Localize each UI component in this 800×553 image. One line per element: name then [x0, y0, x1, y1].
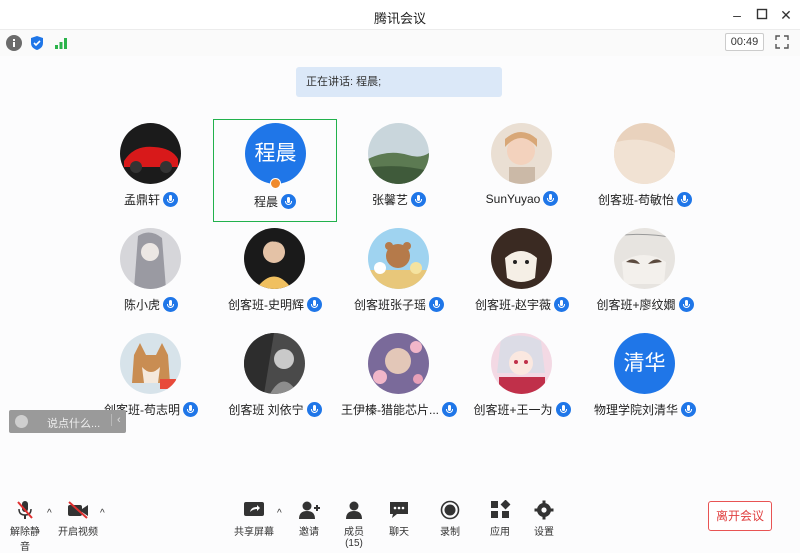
- apps-label: 应用: [490, 527, 510, 538]
- share-screen-label: 共享屏幕: [234, 527, 274, 538]
- participant-name: 张馨艺: [371, 193, 408, 207]
- muted-mic-icon: [17, 501, 33, 519]
- microphone-icon: [681, 402, 696, 417]
- members-label: 成员(15): [344, 527, 364, 549]
- chat-button[interactable]: 聊天: [387, 500, 411, 538]
- avatar: [491, 123, 552, 184]
- start-video-label: 开启视频: [58, 527, 98, 538]
- window-title: 腾讯会议: [373, 11, 426, 26]
- avatar: 程晨: [245, 123, 306, 184]
- avatar: [368, 123, 429, 184]
- microphone-icon: [543, 191, 559, 206]
- chevron-up-icon[interactable]: ^: [277, 508, 282, 519]
- record-button[interactable]: 录制: [438, 500, 462, 538]
- participant-name: 孟鼎轩: [123, 193, 160, 207]
- avatar: [120, 123, 181, 184]
- avatar: [491, 333, 552, 394]
- participant-tile[interactable]: 清华 物理学院刘清华: [582, 330, 708, 430]
- chat-placeholder[interactable]: 说点什么...: [47, 415, 100, 431]
- apps-button[interactable]: 应用: [488, 500, 512, 538]
- participant-name: 创客班-苟敏怡: [598, 193, 674, 207]
- participant-name: 程晨: [253, 195, 278, 209]
- chevron-up-icon[interactable]: ^: [47, 508, 52, 519]
- microphone-icon: [281, 194, 296, 209]
- participant-name: 陈小虎: [123, 298, 160, 312]
- participant-name: 创客班-赵宇薇: [475, 298, 551, 312]
- participant-name: 创客班张子瑶: [353, 298, 426, 312]
- avatar: [368, 333, 429, 394]
- participant-name: 创客班+廖纹嫺: [596, 298, 676, 312]
- leave-meeting-button[interactable]: 离开会议: [708, 501, 772, 531]
- avatar: [614, 228, 675, 289]
- participant-name: SunYuyao: [485, 192, 541, 206]
- security-shield-icon[interactable]: [29, 35, 45, 51]
- current-speaker-banner: 正在讲话: 程晨;: [296, 67, 502, 97]
- participant-name: 物理学院刘清华: [593, 403, 678, 417]
- video-off-icon: [68, 501, 88, 519]
- participant-name: 创客班 刘依宁: [228, 403, 304, 417]
- title-bar: 腾讯会议 – ✕: [0, 0, 800, 30]
- settings-label: 设置: [534, 527, 554, 538]
- participant-tile[interactable]: 创客班+廖纹嫺: [582, 225, 708, 325]
- minimize-icon[interactable]: –: [729, 7, 745, 23]
- close-icon[interactable]: ✕: [778, 7, 794, 23]
- microphone-icon: [163, 297, 178, 312]
- record-label: 录制: [440, 527, 460, 538]
- fullscreen-icon[interactable]: [775, 35, 789, 49]
- avatar: [244, 333, 305, 394]
- participant-tile[interactable]: 创客班-苟敏怡: [582, 120, 708, 220]
- add-user-icon: [299, 501, 320, 519]
- chat-input-box[interactable]: 说点什么... ‹: [9, 410, 126, 433]
- info-icon[interactable]: [6, 35, 22, 51]
- chevron-left-icon[interactable]: ‹: [111, 414, 121, 426]
- avatar: [368, 228, 429, 289]
- share-screen-button[interactable]: 共享屏幕: [234, 500, 274, 538]
- host-badge-icon: [270, 178, 281, 189]
- chevron-up-icon[interactable]: ^: [100, 508, 105, 519]
- apps-grid-icon: [491, 500, 511, 518]
- participant-name: 创客班+王一为: [473, 403, 553, 417]
- members-icon: [346, 501, 362, 519]
- unmute-button[interactable]: 解除静音: [6, 500, 44, 553]
- start-video-button[interactable]: 开启视频: [58, 500, 98, 538]
- gear-icon: [534, 500, 554, 520]
- settings-button[interactable]: 设置: [532, 500, 556, 538]
- maximize-icon[interactable]: [754, 7, 770, 23]
- participant-name: 创客班-史明辉: [228, 298, 304, 312]
- avatar: [244, 228, 305, 289]
- status-bar: [0, 30, 800, 56]
- avatar: [491, 228, 552, 289]
- microphone-icon: [411, 192, 426, 207]
- avatar: 清华: [614, 333, 675, 394]
- invite-label: 邀请: [299, 527, 319, 538]
- signal-icon[interactable]: [53, 35, 69, 51]
- microphone-icon: [677, 192, 692, 207]
- unmute-label: 解除静音: [10, 527, 40, 553]
- microphone-icon: [163, 192, 178, 207]
- participant-name: 王伊榛-猎能芯片...: [341, 403, 439, 417]
- members-button[interactable]: 成员(15): [336, 500, 372, 549]
- avatar: [120, 228, 181, 289]
- share-screen-icon: [244, 502, 264, 516]
- chat-label: 聊天: [389, 527, 409, 538]
- chat-bubble-icon: [390, 502, 408, 518]
- emoji-icon[interactable]: [15, 415, 28, 428]
- microphone-icon: [678, 297, 694, 312]
- meeting-timer: 00:49: [725, 33, 764, 51]
- avatar: [614, 123, 675, 184]
- avatar: [120, 333, 181, 394]
- record-icon: [440, 500, 460, 520]
- invite-button[interactable]: 邀请: [297, 500, 321, 538]
